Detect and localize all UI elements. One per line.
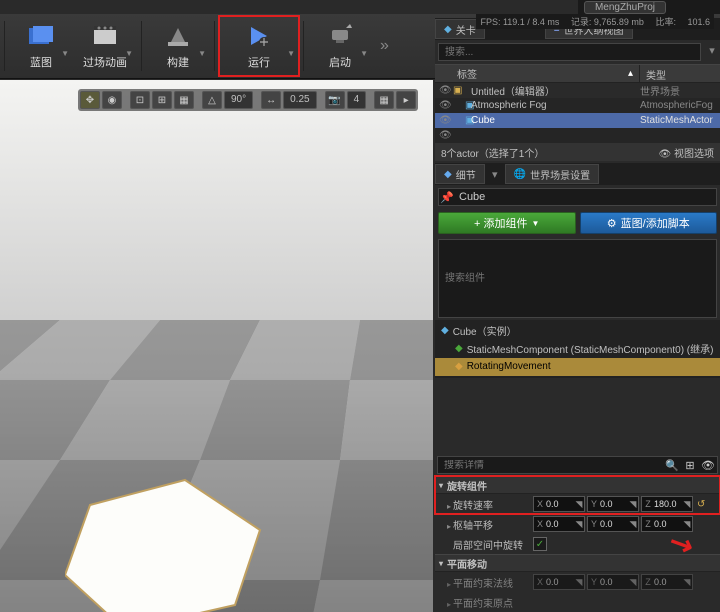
matrix-icon[interactable]: ⊞ [681, 459, 699, 472]
component-row[interactable]: ◆RotatingMovement [435, 358, 720, 376]
scale-snap-value[interactable]: 0.25 [283, 91, 316, 109]
cube-shadow-icon [65, 460, 265, 612]
play-button[interactable]: 运行▼ [219, 16, 299, 76]
local-rotation-checkbox[interactable]: ✓ [533, 537, 547, 551]
select-mode-button[interactable]: ✥ [80, 91, 100, 109]
dropdown-icon[interactable]: ▾ [485, 168, 505, 181]
rotation-rate-z[interactable]: Z180.0◥ [641, 496, 693, 512]
project-tab[interactable]: MengZhuProj [584, 1, 666, 14]
actor-count-label: 8个actor（选择了1个） [441, 145, 544, 160]
details-icon: ◆ [444, 169, 452, 180]
viewport-maximize-button[interactable]: ▸ [396, 91, 416, 109]
cinematic-button[interactable]: 过场动画▼ [73, 16, 137, 76]
component-row[interactable]: ◆Cube（实例） [435, 322, 720, 340]
actor-icon: ▣ [453, 115, 467, 126]
rotation-rate-x[interactable]: X0.0◥ [533, 496, 585, 512]
table-row[interactable]: 👁▣Untitled（编辑器）世界场景 [435, 83, 720, 98]
fps-label: FPS: 119.1 / 8.4 ms [480, 17, 559, 27]
plane-normal-row: ▸平面约束法线 X0.0◥ Y0.0◥ Z0.0◥ [435, 572, 720, 592]
actor-icon: ▣ [453, 85, 467, 96]
blueprint-script-button[interactable]: ⚙蓝图/添加脚本 [580, 212, 718, 234]
component-icon: ◆ [441, 325, 449, 336]
eye-icon[interactable]: 👁 [439, 115, 453, 126]
reset-icon[interactable]: ↺ [697, 499, 705, 510]
details-search-input[interactable] [438, 460, 663, 471]
grid-snap-toggle[interactable]: ▦ [174, 91, 194, 109]
add-component-button[interactable]: + 添加组件▼ [438, 212, 576, 234]
grid-snap-button[interactable]: ⊞ [152, 91, 172, 109]
component-icon: ◆ [455, 361, 463, 372]
search-icon[interactable]: 🔍 [663, 459, 681, 472]
table-row[interactable]: 👁▣Atmospheric FogAtmosphericFog [435, 98, 720, 113]
scale-snap-button[interactable]: ↔ [261, 91, 281, 109]
global-mode-button[interactable]: ◉ [102, 91, 122, 109]
eye-icon[interactable]: 👁 [699, 459, 717, 472]
plane-origin-row: ▸平面约束原点 [435, 592, 720, 612]
globe-icon: ◆ [444, 24, 452, 35]
eye-icon[interactable]: 👁 [439, 100, 453, 111]
world-settings-tab[interactable]: 🌐 世界场景设置 [505, 164, 599, 184]
globe-icon: 🌐 [514, 169, 526, 180]
mem-label: 9,765.89 mb [594, 17, 644, 27]
plane-normal-y[interactable]: Y0.0◥ [587, 574, 639, 590]
angle-snap-value[interactable]: 90° [224, 91, 253, 109]
table-row[interactable]: 👁▣CubeStaticMeshActor [435, 113, 720, 128]
launch-button[interactable]: 启动▼ [308, 16, 372, 76]
component-row[interactable]: ◆StaticMeshComponent (StaticMeshComponen… [435, 340, 720, 358]
table-row[interactable]: 👁 [435, 128, 720, 143]
view-options-button[interactable]: 👁 视图选项 [659, 145, 714, 160]
outliner-search-input[interactable] [438, 43, 701, 61]
surface-snap-button[interactable]: ⊡ [130, 91, 150, 109]
component-search-input[interactable] [438, 239, 717, 318]
angle-snap-button[interactable]: △ [202, 91, 222, 109]
pivot-y[interactable]: Y0.0◥ [587, 516, 639, 532]
rotation-rate-y[interactable]: Y0.0◥ [587, 496, 639, 512]
details-tab[interactable]: ◆ 细节 [435, 164, 485, 184]
plane-normal-x[interactable]: X0.0◥ [533, 574, 585, 590]
pivot-x[interactable]: X0.0◥ [533, 516, 585, 532]
component-icon: ◆ [455, 343, 463, 354]
category-rotate-component[interactable]: ▾旋转组件 [435, 476, 720, 494]
eye-icon: 👁 [659, 149, 672, 160]
col-label-header[interactable]: 标签 [457, 66, 477, 81]
gear-icon: ⚙ [607, 217, 617, 230]
viewport-layout-button[interactable]: ▦ [374, 91, 394, 109]
viewport-3d[interactable] [0, 80, 433, 612]
plane-normal-z[interactable]: Z0.0◥ [641, 574, 693, 590]
rotation-rate-row: ▸旋转速率 X0.0◥ Y0.0◥ Z180.0◥ ↺ [435, 494, 720, 514]
eye-icon[interactable]: 👁 [439, 85, 453, 96]
toolbar-overflow[interactable]: » [380, 37, 389, 55]
pin-icon[interactable]: 📌 [439, 191, 455, 204]
col-type-header[interactable]: 类型 [640, 65, 720, 82]
viewport-mode-bar: ✥ ◉ ⊡ ⊞ ▦ △ 90° ↔ 0.25 📷 4 ▦ ▸ [78, 89, 418, 111]
ratio-label: 101.6 [687, 17, 710, 27]
actor-name-input[interactable] [455, 191, 716, 203]
camera-speed-button[interactable]: 📷 [325, 91, 345, 109]
actor-icon: ▣ [453, 100, 467, 111]
build-button[interactable]: 构建▼ [146, 16, 210, 76]
camera-speed-value[interactable]: 4 [347, 91, 367, 109]
filter-icon[interactable]: ▾ [704, 44, 720, 64]
blueprint-button[interactable]: 蓝图▼ [9, 16, 73, 76]
